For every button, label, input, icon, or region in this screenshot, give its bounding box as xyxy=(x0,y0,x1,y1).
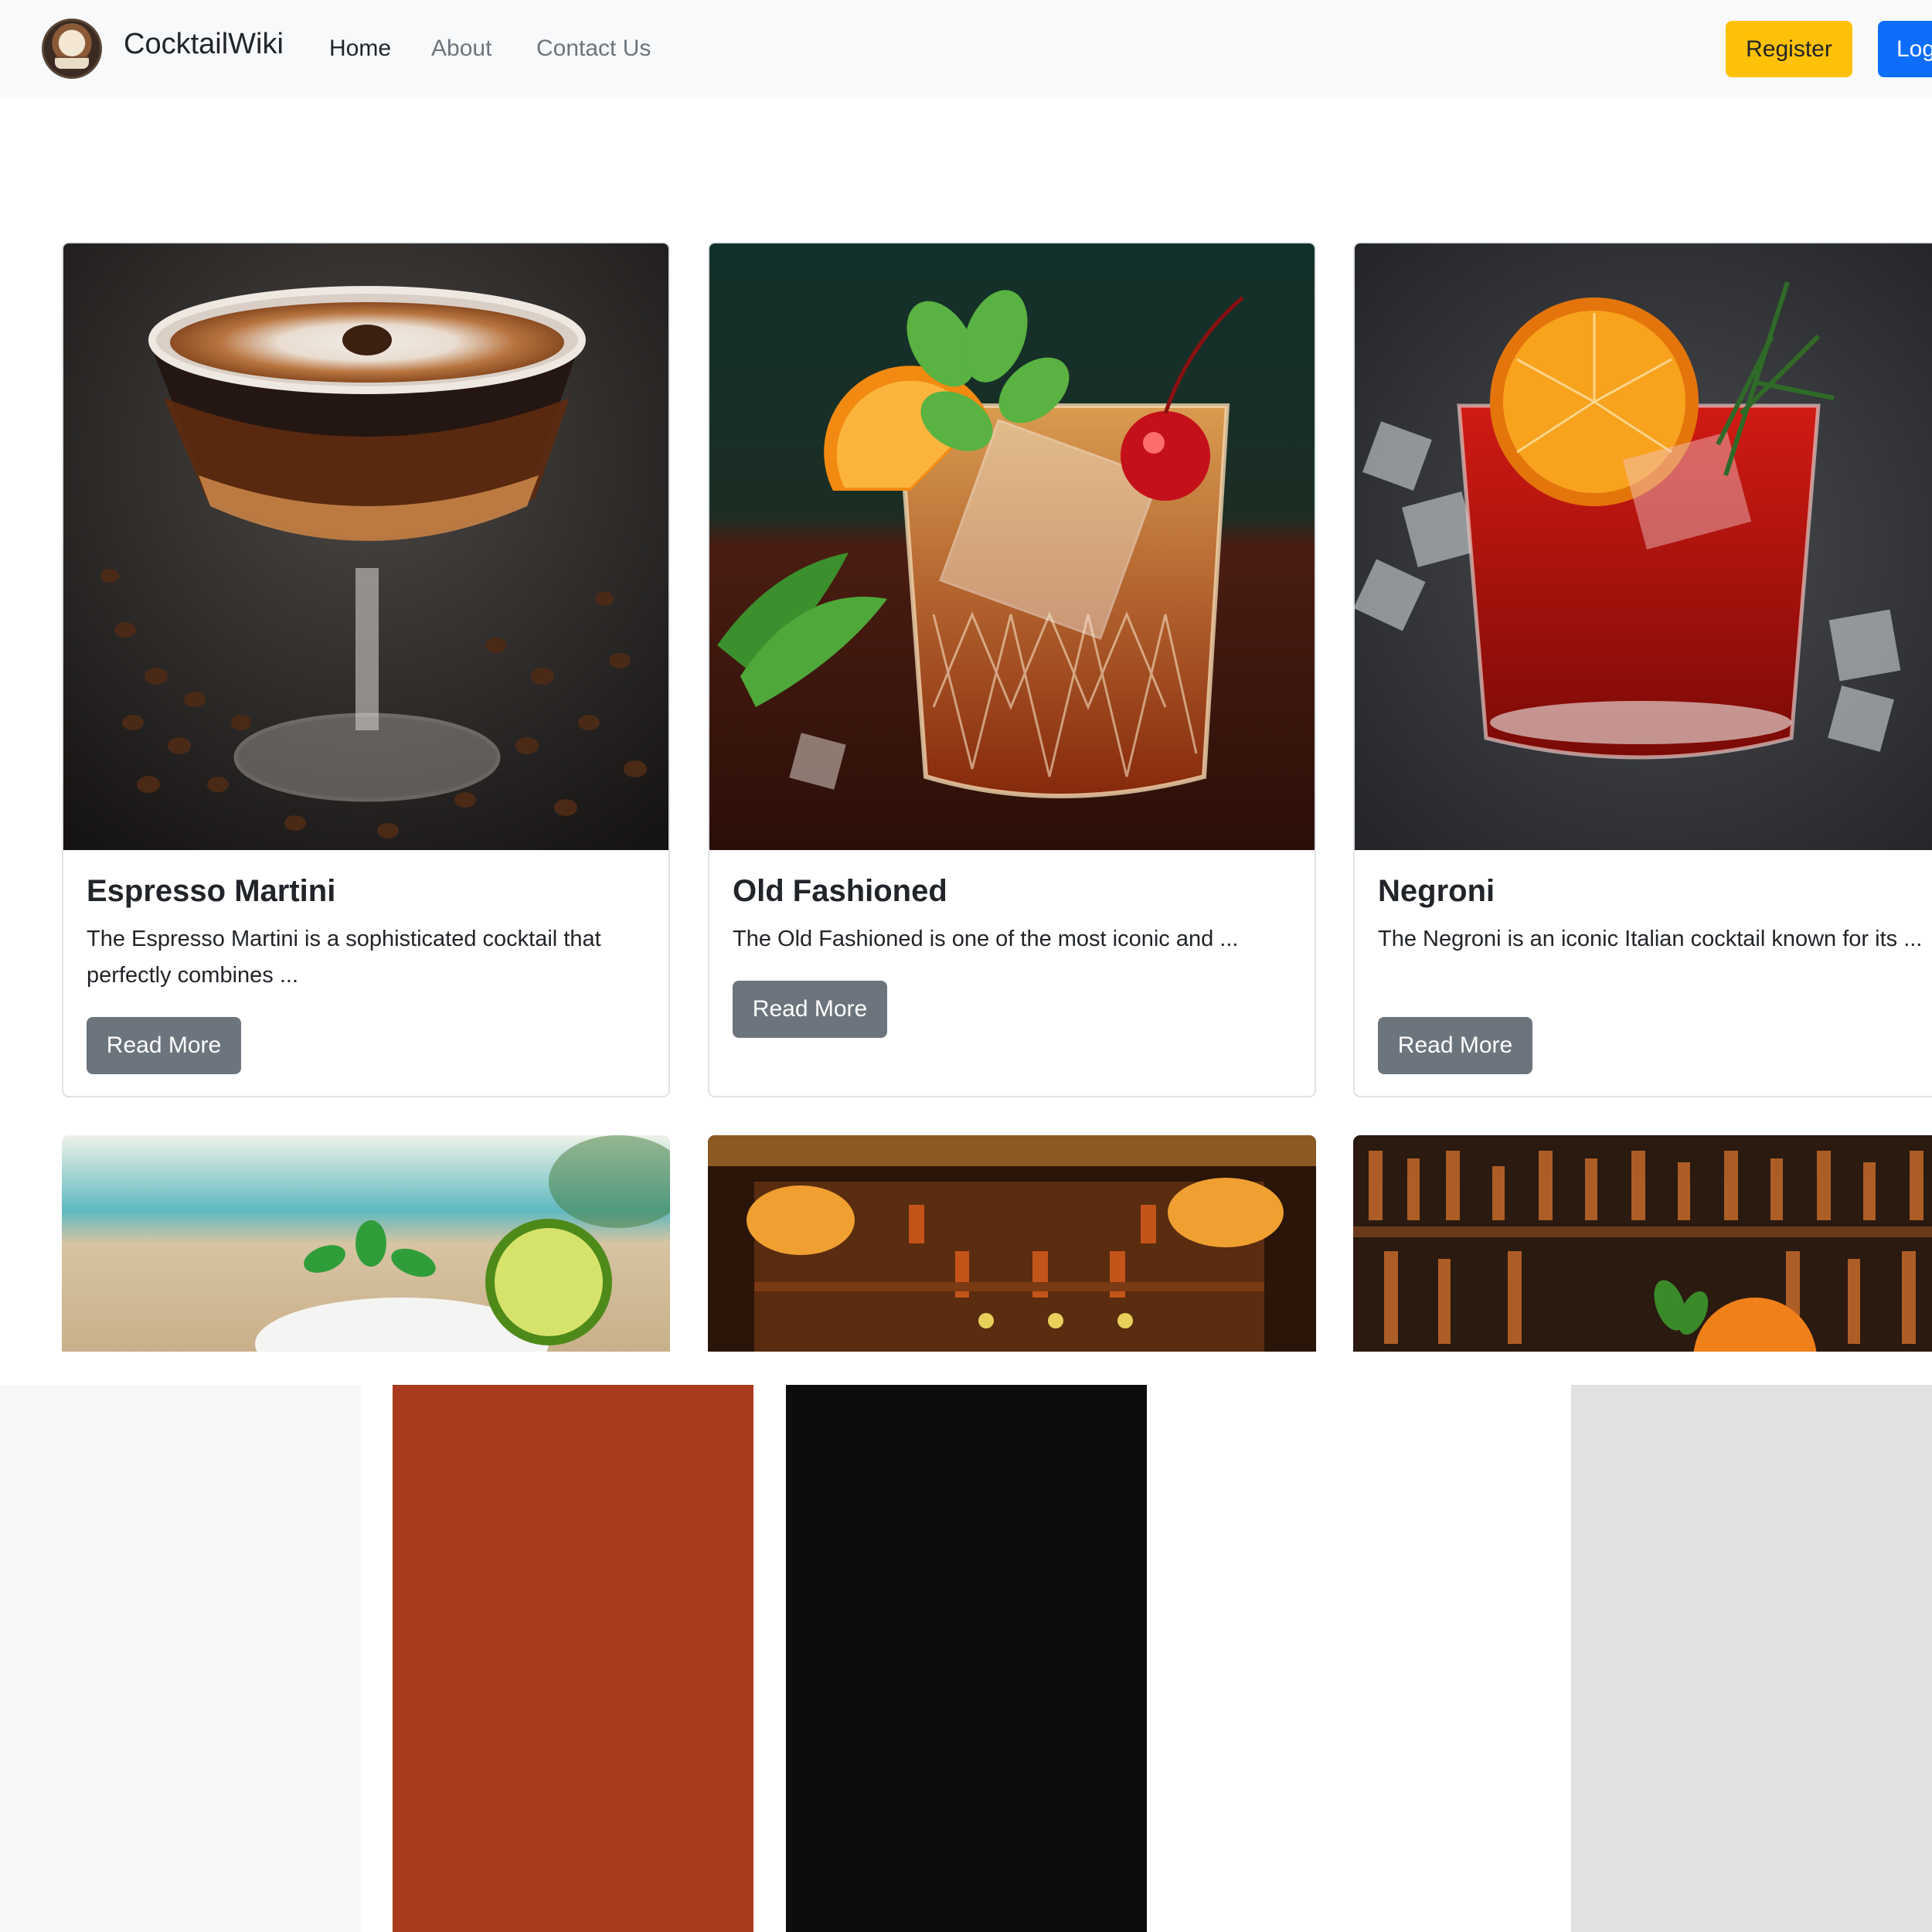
cocktail-card-old-fashioned: Old Fashioned The Old Fashioned is one o… xyxy=(708,242,1316,1097)
bar-shelf-card-image xyxy=(1353,1135,1932,1352)
nav-contact-link[interactable]: Contact Us xyxy=(536,36,651,62)
nav-about-link[interactable]: About xyxy=(431,36,492,62)
tiki-bar-card-image xyxy=(708,1135,1316,1352)
read-more-button[interactable]: Read More xyxy=(87,1017,241,1074)
read-more-button[interactable]: Read More xyxy=(733,981,887,1038)
card-title: Espresso Martini xyxy=(87,874,336,908)
old-fashioned-image xyxy=(709,243,1315,850)
brand-logo[interactable] xyxy=(42,19,102,79)
card-title: Old Fashioned xyxy=(733,874,947,908)
palette-swatch-white xyxy=(1179,1385,1571,1932)
palette-swatch-light-gray xyxy=(0,1385,362,1932)
margarita-card-image xyxy=(62,1135,670,1352)
card-text: The Espresso Martini is a sophisticated … xyxy=(87,927,601,988)
palette-swatch-gray xyxy=(1571,1385,1932,1932)
negroni-image xyxy=(1355,243,1932,850)
read-more-button[interactable]: Read More xyxy=(1378,1017,1532,1074)
espresso-martini-image xyxy=(63,243,668,850)
card-text: The Negroni is an iconic Italian cocktai… xyxy=(1378,927,1923,951)
nav-home-link[interactable]: Home xyxy=(329,36,391,62)
palette-swatch-black xyxy=(786,1385,1147,1932)
card-text: The Old Fashioned is one of the most ico… xyxy=(733,927,1239,951)
brand-name[interactable]: CocktailWiki xyxy=(124,28,284,61)
navbar: CocktailWiki Home About Contact Us Regis… xyxy=(0,0,1932,98)
card-title: Negroni xyxy=(1378,874,1495,908)
register-button[interactable]: Register xyxy=(1726,21,1852,77)
palette-swatch-rust xyxy=(393,1385,753,1932)
cocktail-card-negroni: Negroni The Negroni is an iconic Italian… xyxy=(1353,242,1932,1097)
cocktail-card-espresso-martini: Espresso Martini The Espresso Martini is… xyxy=(62,242,670,1097)
login-button[interactable]: Login xyxy=(1878,21,1932,77)
